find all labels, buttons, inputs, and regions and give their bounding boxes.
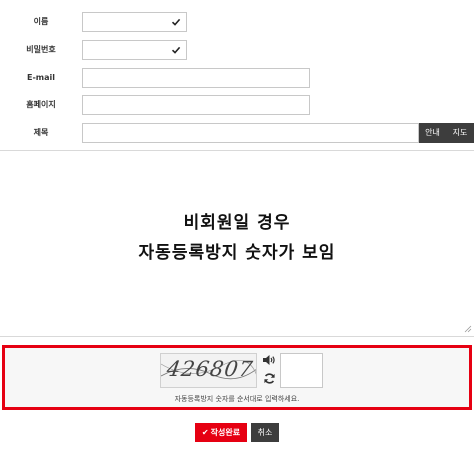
check-icon — [171, 18, 181, 26]
captcha-input[interactable] — [281, 354, 322, 387]
refresh-icon — [263, 372, 275, 384]
title-label: 제목 — [33, 128, 49, 137]
name-row: 이름 — [0, 12, 474, 35]
name-label: 이름 — [33, 17, 49, 26]
captcha-image: 426807 — [160, 353, 257, 388]
password-row: 비밀번호 — [0, 40, 474, 63]
captcha-input-field[interactable] — [280, 353, 323, 388]
email-field[interactable] — [82, 68, 310, 91]
email-label: E-mail — [26, 73, 55, 82]
guide-button[interactable]: 안내 — [419, 123, 446, 143]
name-field[interactable] — [82, 12, 187, 35]
divider — [0, 336, 474, 337]
password-field[interactable] — [82, 40, 187, 63]
title-row: 제목 안내 지도 — [0, 123, 474, 146]
editor-notice: 비회원일 경우 자동등록방지 숫자가 보임 — [0, 208, 474, 268]
homepage-row: 홈페이지 — [0, 95, 474, 118]
resize-grip-icon[interactable] — [464, 325, 472, 333]
captcha-help-text: 자동등록방지 숫자를 순서대로 입력하세요. — [174, 395, 300, 403]
captcha-audio-button[interactable] — [259, 353, 279, 370]
map-button[interactable]: 지도 — [446, 123, 474, 143]
captcha-box: 426807 자동등록방지 숫자를 순서대로 입력하세요. — [2, 345, 472, 410]
homepage-input[interactable] — [83, 99, 309, 118]
cancel-button[interactable]: 취소 — [251, 423, 279, 442]
check-icon — [171, 46, 181, 54]
password-label: 비밀번호 — [26, 45, 56, 54]
content-editor[interactable]: 비회원일 경우 자동등록방지 숫자가 보임 — [0, 152, 474, 335]
title-input[interactable] — [83, 127, 418, 146]
notice-line-1: 비회원일 경우 — [183, 213, 291, 233]
submit-button[interactable]: ✔ 작성완료 — [195, 423, 247, 442]
email-row: E-mail — [0, 68, 474, 91]
speaker-icon — [263, 355, 275, 365]
captcha-refresh-button[interactable] — [259, 371, 279, 388]
email-input[interactable] — [83, 72, 309, 91]
divider — [0, 150, 474, 151]
captcha-text: 426807 — [165, 357, 255, 381]
check-icon: ✔ — [201, 428, 209, 437]
homepage-label: 홈페이지 — [26, 100, 56, 109]
notice-line-2: 자동등록방지 숫자가 보임 — [138, 243, 336, 263]
title-field[interactable] — [82, 123, 419, 146]
submit-label: 작성완료 — [210, 428, 241, 437]
homepage-field[interactable] — [82, 95, 310, 118]
